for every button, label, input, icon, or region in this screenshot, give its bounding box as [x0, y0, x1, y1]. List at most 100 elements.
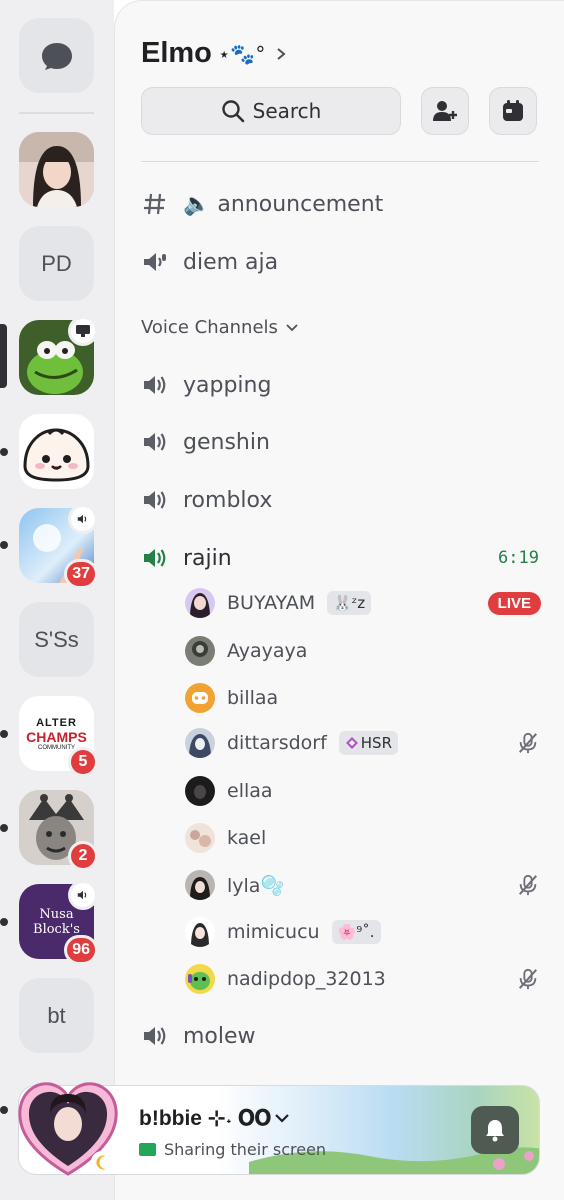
channel-panel: Elmo ⋆🐾° Search 🔈 announcement diem aja …: [114, 0, 564, 1200]
avatar: [185, 588, 215, 618]
search-icon: [221, 100, 244, 123]
member-name: Ayayaya: [227, 640, 308, 662]
member-name: lyla🫧: [227, 874, 285, 897]
server-rail: PD 37 S'Ss ALTER CHAMPS COMMUNITY 5 2 Nu…: [0, 0, 114, 1200]
add-member-icon: [433, 101, 457, 121]
avatar: [185, 823, 215, 853]
voice-channel-genshin[interactable]: genshin: [141, 424, 539, 460]
channel-label: diem aja: [183, 249, 279, 275]
server-label: PD: [41, 250, 72, 276]
avatar: [185, 917, 215, 947]
voice-timer: 6:19: [498, 548, 539, 568]
avatar: [185, 870, 215, 900]
member-tag: 🌸⁹˚.: [331, 920, 381, 944]
muted-mic-icon: [519, 732, 537, 754]
avatar: [185, 776, 215, 806]
server-icon-photo[interactable]: [19, 132, 94, 207]
category-voice-channels[interactable]: Voice Channels: [141, 317, 298, 338]
channel-label: genshin: [183, 429, 270, 455]
user-avatar-frame[interactable]: [14, 1074, 122, 1182]
card-status: Sharing their screen: [139, 1140, 326, 1159]
guild-header[interactable]: Elmo ⋆🐾°: [141, 37, 287, 70]
thumb-text: Nusa: [39, 906, 74, 922]
events-button[interactable]: [489, 87, 537, 135]
voice-member[interactable]: lyla🫧: [185, 867, 541, 903]
speaker-icon: [141, 546, 169, 570]
avatar: [185, 964, 215, 994]
server-avatar-image: [23, 428, 90, 482]
chevron-down-icon: [275, 1114, 289, 1123]
thumb-text: CHAMPS: [26, 728, 87, 745]
channel-label: molew: [183, 1023, 256, 1049]
calendar-icon: [503, 100, 523, 121]
server-icon-sss[interactable]: S'Ss: [19, 602, 94, 677]
avatar: [185, 683, 215, 713]
category-label: Voice Channels: [141, 317, 278, 338]
server-icon-alter-champs[interactable]: ALTER CHAMPS COMMUNITY 5: [19, 696, 98, 777]
voice-channel-romblox[interactable]: romblox: [141, 482, 539, 518]
invite-members-button[interactable]: [421, 87, 469, 135]
server-icon-bao[interactable]: [19, 414, 94, 489]
voice-member[interactable]: BUYAYAM 🐰ᶻz LIVE: [185, 585, 541, 621]
channel-label: 🔈 announcement: [183, 191, 384, 217]
muted-mic-icon: [519, 874, 537, 896]
live-badge: LIVE: [487, 591, 541, 615]
channel-label: rajin: [183, 545, 232, 571]
channel-label: yapping: [183, 372, 272, 398]
screen-share-indicator: [68, 316, 98, 346]
muted-mic-icon: [519, 968, 537, 990]
voice-activity-indicator: [68, 880, 98, 910]
server-label: S'Ss: [34, 626, 79, 652]
card-status-text: Sharing their screen: [164, 1140, 327, 1159]
search-label: Search: [252, 99, 322, 123]
member-name: mimicucu: [227, 921, 320, 943]
voice-member[interactable]: kael: [185, 820, 541, 856]
notification-button[interactable]: [471, 1106, 519, 1154]
speaker-icon: [77, 514, 87, 524]
voice-member[interactable]: dittarsdorf HSR: [185, 725, 541, 761]
megaphone-icon: [141, 250, 169, 274]
channel-announcement[interactable]: 🔈 announcement: [141, 186, 539, 222]
voice-channel-rajin[interactable]: rajin 6:19: [141, 540, 539, 576]
server-icon-bt[interactable]: bt: [19, 978, 94, 1053]
channel-diem-aja[interactable]: diem aja: [141, 244, 539, 280]
server-icon-nusa-blocks[interactable]: Nusa Block's 96: [19, 880, 98, 965]
card-username: b!bbie ⊹˖ 𝐎𝐎: [139, 1106, 289, 1131]
server-icon-sky[interactable]: 37: [19, 504, 98, 589]
chevron-down-icon: [286, 323, 298, 331]
server-label: bt: [47, 1002, 66, 1028]
unread-indicator: [0, 918, 8, 926]
member-name: billaa: [227, 687, 279, 709]
voice-channel-molew[interactable]: molew: [141, 1018, 539, 1054]
voice-member[interactable]: ellaa: [185, 773, 541, 809]
voice-member[interactable]: mimicucu 🌸⁹˚.: [185, 914, 541, 950]
voice-channel-yapping[interactable]: yapping: [141, 367, 539, 403]
direct-messages-button[interactable]: [19, 18, 94, 93]
thumb-text: Block's: [33, 921, 80, 937]
guild-name: Elmo: [141, 37, 212, 69]
rail-separator: [19, 112, 94, 114]
thumb-text: ALTER: [36, 716, 77, 729]
speaker-icon: [141, 488, 169, 512]
mention-badge: 5: [68, 747, 98, 777]
server-icon-kermit[interactable]: [19, 316, 98, 395]
member-name: ellaa: [227, 780, 273, 802]
server-icon-pd[interactable]: PD: [19, 226, 94, 301]
voice-member[interactable]: nadipdop_32013: [185, 961, 541, 997]
speaker-icon: [77, 890, 87, 900]
voice-member[interactable]: billaa: [185, 680, 541, 716]
mention-badge: 2: [68, 841, 98, 871]
member-tag-text: HSR: [360, 734, 393, 752]
unread-indicator: [0, 448, 8, 456]
speaker-icon: [141, 373, 169, 397]
mention-badge: 96: [64, 935, 98, 965]
header-separator: [141, 161, 539, 162]
server-icon-jester[interactable]: 2: [19, 790, 98, 871]
member-name: nadipdop_32013: [227, 968, 386, 990]
search-button[interactable]: Search: [141, 87, 401, 135]
member-name: BUYAYAM: [227, 592, 316, 614]
voice-member[interactable]: Ayayaya: [185, 633, 541, 669]
speaker-icon: [141, 430, 169, 454]
thumb-text: COMMUNITY: [38, 744, 75, 751]
chat-bubble-icon: [41, 42, 72, 70]
